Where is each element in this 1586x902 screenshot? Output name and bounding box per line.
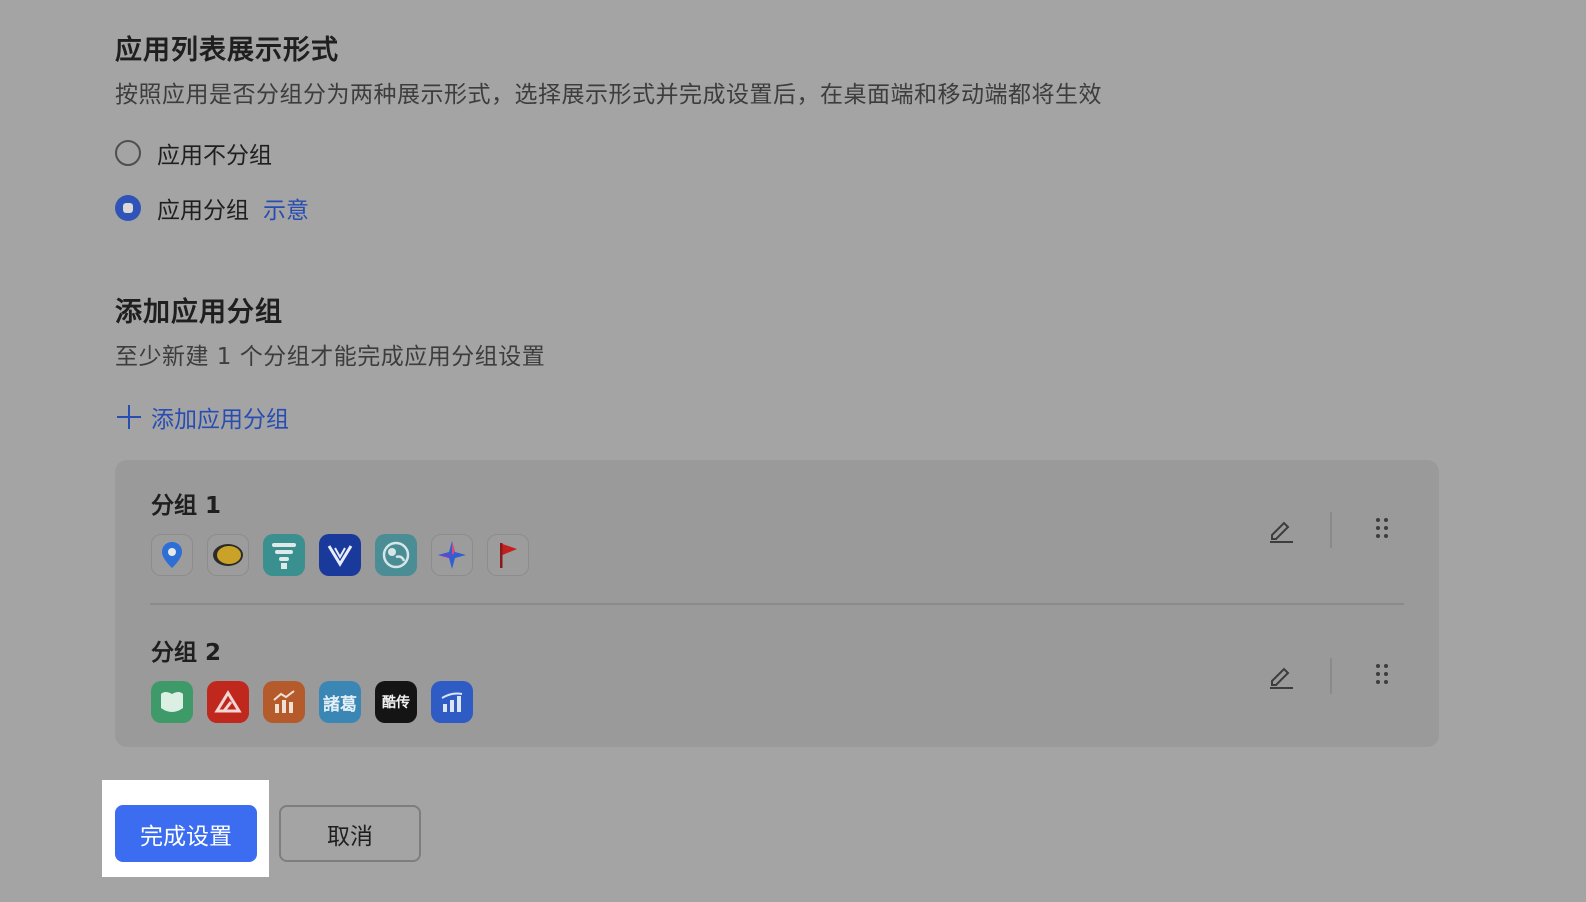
radio-option-group[interactable]: 应用分组 示意 bbox=[115, 191, 309, 225]
group-title-2: 分组 2 bbox=[151, 640, 222, 666]
cancel-button[interactable]: 取消 bbox=[279, 805, 421, 862]
blue-v-icon bbox=[319, 534, 361, 576]
red-triangle-icon bbox=[207, 681, 249, 723]
section-desc-list-display: 按照应用是否分组分为两种展示形式，选择展示形式并完成设置后，在桌面端和移动端都将… bbox=[115, 82, 1102, 108]
example-link[interactable]: 示意 bbox=[263, 191, 309, 225]
group-1-app-list bbox=[151, 534, 529, 576]
green-leaf-icon bbox=[151, 681, 193, 723]
action-separator bbox=[1330, 658, 1332, 694]
radio-button-checked[interactable] bbox=[115, 195, 141, 221]
radio-option-no-group[interactable]: 应用不分组 bbox=[115, 136, 272, 170]
radio-label: 应用不分组 bbox=[157, 143, 272, 169]
drag-handle-group-1-icon[interactable] bbox=[1368, 516, 1396, 544]
section-desc-add-group: 至少新建 1 个分组才能完成应用分组设置 bbox=[115, 344, 546, 370]
blue-zhuge-icon: 諸葛 bbox=[319, 681, 361, 723]
teal-tower-icon bbox=[263, 534, 305, 576]
drag-handle-group-2-icon[interactable] bbox=[1368, 662, 1396, 690]
radio-label: 应用分组 bbox=[157, 198, 249, 224]
edit-group-2-icon[interactable] bbox=[1267, 662, 1295, 690]
group-divider bbox=[150, 603, 1404, 605]
section-title-list-display: 应用列表展示形式 bbox=[115, 35, 339, 66]
blue-bars-icon bbox=[431, 681, 473, 723]
edit-group-1-icon[interactable] bbox=[1267, 516, 1295, 544]
orange-chart-icon bbox=[263, 681, 305, 723]
action-separator bbox=[1330, 512, 1332, 548]
radio-button-unchecked[interactable] bbox=[115, 140, 141, 166]
black-kuchuan-icon: 酷传 bbox=[375, 681, 417, 723]
add-group-label: 添加应用分组 bbox=[151, 407, 289, 433]
red-flag-icon bbox=[487, 534, 529, 576]
section-title-add-group: 添加应用分组 bbox=[115, 297, 283, 328]
teal-globe-icon bbox=[375, 534, 417, 576]
add-group-link[interactable]: 添加应用分组 bbox=[117, 400, 289, 434]
plus-icon bbox=[117, 405, 141, 429]
yellow-oval-icon bbox=[207, 534, 249, 576]
group-title-1: 分组 1 bbox=[151, 493, 222, 519]
group-2-app-list: 諸葛 酷传 bbox=[151, 681, 473, 723]
confirm-settings-button[interactable]: 完成设置 bbox=[115, 805, 257, 862]
location-pin-icon bbox=[151, 534, 193, 576]
star-spark-icon bbox=[431, 534, 473, 576]
